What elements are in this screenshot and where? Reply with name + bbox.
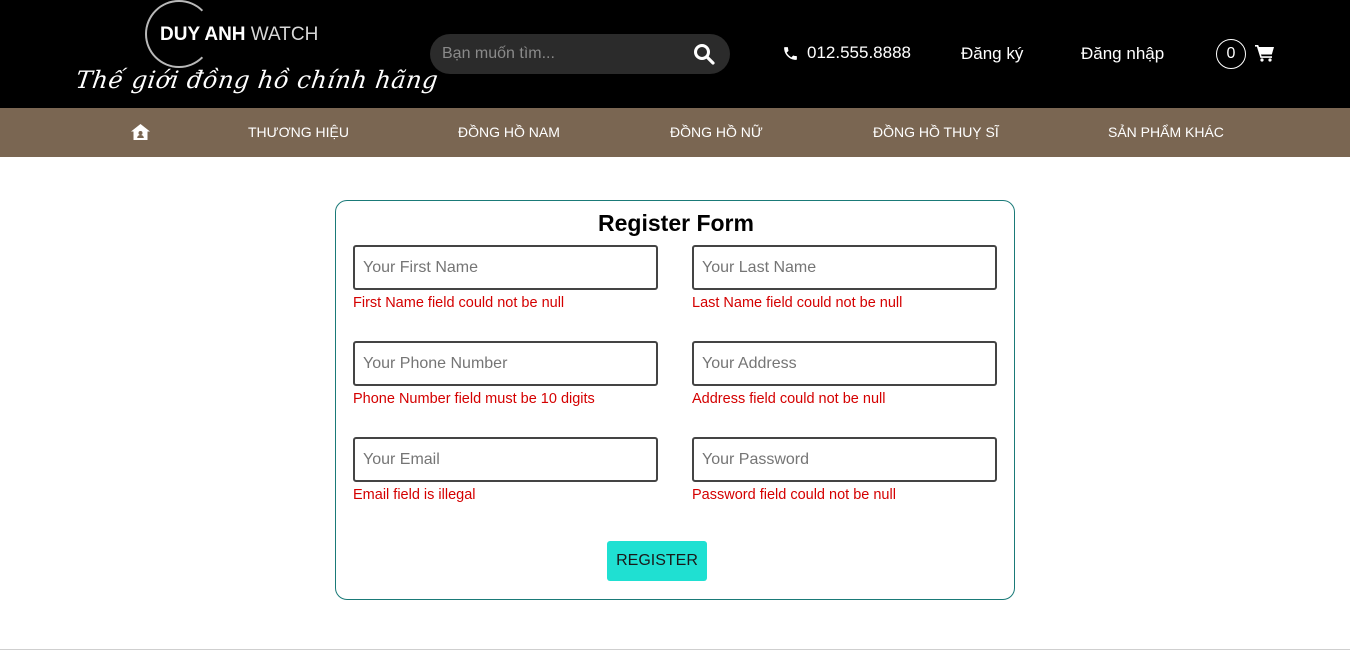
logo-brand: DUY ANH WATCH bbox=[160, 24, 318, 46]
cart-count-badge[interactable]: 0 bbox=[1216, 39, 1246, 69]
logo-brand-bold: DUY ANH bbox=[160, 24, 246, 45]
password-error: Password field could not be null bbox=[692, 487, 896, 503]
search-input[interactable] bbox=[430, 34, 690, 74]
address-error: Address field could not be null bbox=[692, 391, 886, 407]
hotline[interactable]: 012.555.8888 bbox=[782, 43, 911, 63]
form-title: Register Form bbox=[598, 210, 754, 236]
menu-item-mens-watches[interactable]: ĐỒNG HỒ NAM bbox=[458, 108, 560, 157]
site-logo[interactable]: DUY ANH WATCH Thế giới đồng hồ chính hãn… bbox=[74, 0, 440, 108]
menu-item-swiss-watches[interactable]: ĐỒNG HỒ THUỴ SĨ bbox=[873, 108, 999, 157]
address-field[interactable] bbox=[692, 341, 997, 386]
register-form: Register Form First Name field could not… bbox=[335, 200, 1015, 600]
phone-number-error: Phone Number field must be 10 digits bbox=[353, 391, 595, 407]
search-icon[interactable] bbox=[692, 42, 716, 66]
phone-number: 012.555.8888 bbox=[807, 43, 911, 62]
email-error: Email field is illegal bbox=[353, 487, 476, 503]
home-icon[interactable] bbox=[131, 124, 150, 140]
last-name-field[interactable] bbox=[692, 245, 997, 290]
footer-divider bbox=[0, 649, 1350, 650]
phone-icon bbox=[784, 46, 797, 60]
phone-number-field[interactable] bbox=[353, 341, 658, 386]
menu-item-womens-watches[interactable]: ĐỒNG HỒ NỮ bbox=[670, 108, 763, 157]
menu-item-brands[interactable]: THƯƠNG HIỆU bbox=[248, 108, 349, 157]
search-box bbox=[430, 34, 730, 74]
register-link[interactable]: Đăng ký bbox=[961, 44, 1023, 64]
cart-icon[interactable] bbox=[1255, 44, 1275, 62]
page-edge bbox=[1350, 0, 1360, 651]
logo-tagline: Thế giới đồng hồ chính hãng bbox=[74, 66, 441, 94]
login-link[interactable]: Đăng nhập bbox=[1081, 44, 1164, 64]
first-name-field[interactable] bbox=[353, 245, 658, 290]
main-menu: THƯƠNG HIỆU ĐỒNG HỒ NAM ĐỒNG HỒ NỮ ĐỒNG … bbox=[0, 108, 1350, 157]
password-field[interactable] bbox=[692, 437, 997, 482]
last-name-error: Last Name field could not be null bbox=[692, 295, 903, 311]
top-header: DUY ANH WATCH Thế giới đồng hồ chính hãn… bbox=[0, 0, 1350, 108]
first-name-error: First Name field could not be null bbox=[353, 295, 565, 311]
page: DUY ANH WATCH Thế giới đồng hồ chính hãn… bbox=[0, 0, 1360, 651]
logo-brand-light: WATCH bbox=[250, 24, 319, 45]
email-field[interactable] bbox=[353, 437, 658, 482]
register-button[interactable]: REGISTER bbox=[607, 541, 707, 581]
menu-item-other-products[interactable]: SẢN PHẨM KHÁC bbox=[1108, 108, 1224, 157]
